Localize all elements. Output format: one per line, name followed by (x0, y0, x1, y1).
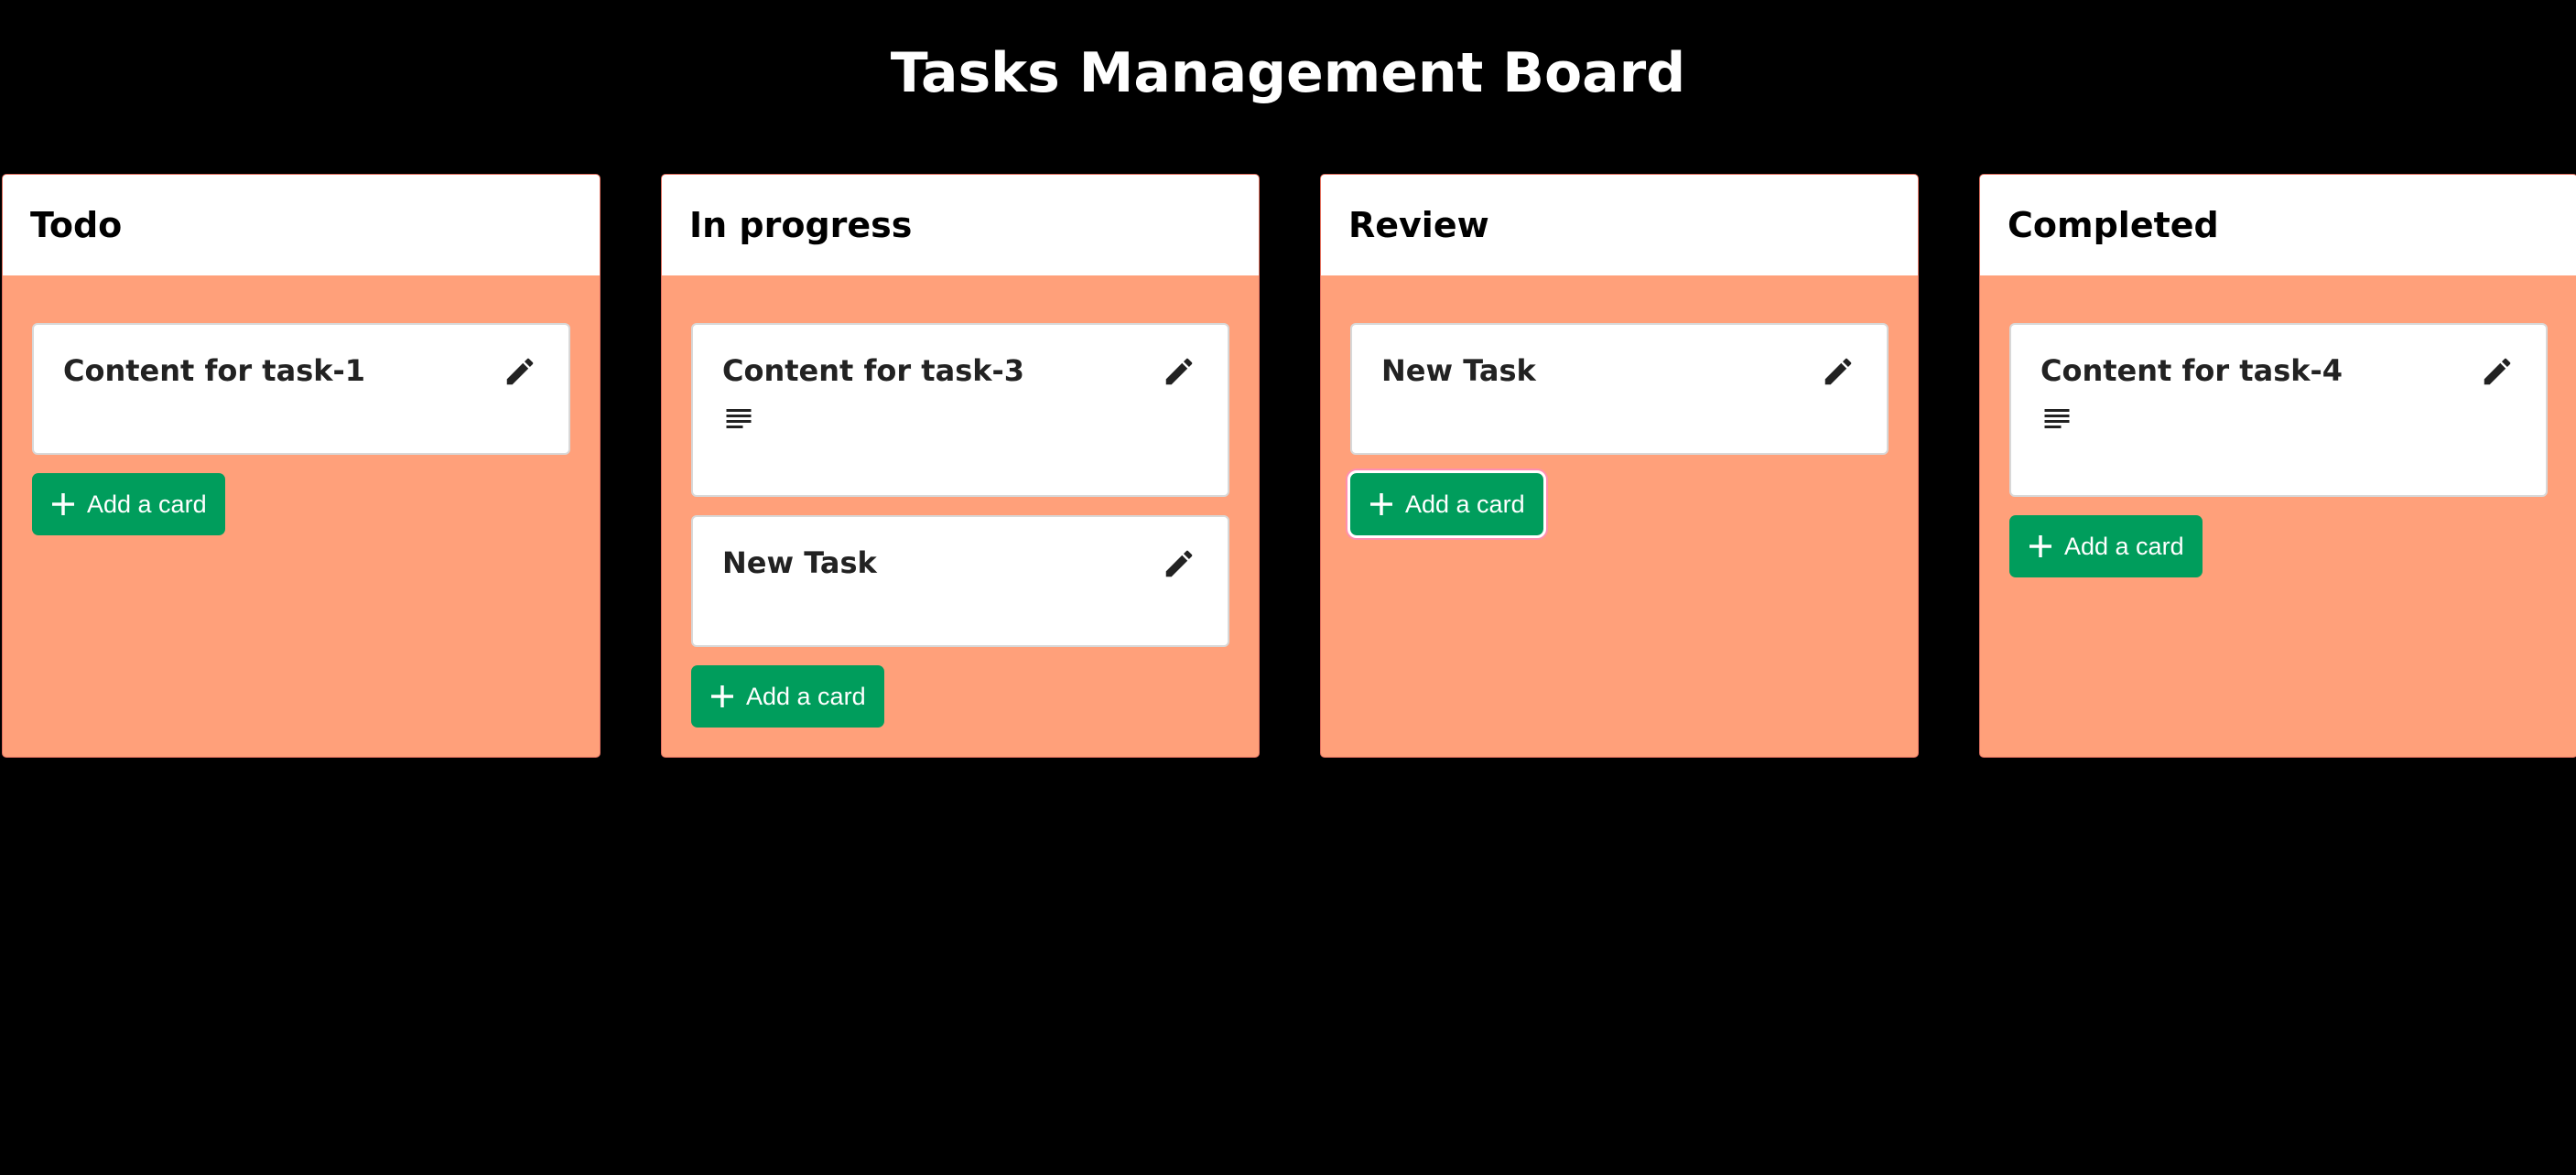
add-card-button[interactable]: Add a card (1348, 470, 1546, 538)
task-card[interactable]: Content for task-4 (2009, 323, 2548, 497)
add-card-button[interactable]: Add a card (32, 473, 225, 535)
column-todo: Todo Content for task-1 Add a card (2, 174, 601, 758)
column-title: Completed (2008, 205, 2219, 245)
add-card-label: Add a card (1405, 490, 1525, 518)
column-title: Review (1348, 205, 1489, 245)
pencil-icon[interactable] (1162, 546, 1196, 581)
column-title: In progress (689, 205, 913, 245)
column-title: Todo (30, 205, 123, 245)
column-body: Content for task-1 Add a card (3, 275, 600, 535)
description-lines-icon (726, 409, 752, 428)
task-card[interactable]: Content for task-1 (32, 323, 570, 455)
card-title: New Task (1381, 353, 1536, 388)
column-body: Content for task-3 New Task Add a card (662, 275, 1259, 728)
column-body: Content for task-4 Add a card (1980, 275, 2576, 577)
card-title: Content for task-4 (2040, 353, 2343, 388)
column-review: Review New Task Add a card (1320, 174, 1919, 758)
add-card-label: Add a card (2064, 532, 2184, 560)
add-card-button[interactable]: Add a card (691, 665, 884, 728)
add-card-button[interactable]: Add a card (2009, 515, 2203, 577)
pencil-icon[interactable] (503, 354, 537, 389)
column-header: Todo (3, 175, 600, 275)
column-completed: Completed Content for task-4 Add a card (1979, 174, 2576, 758)
add-card-label: Add a card (746, 682, 866, 710)
board: Todo Content for task-1 Add a card In pr… (0, 174, 2576, 760)
task-card[interactable]: New Task (691, 515, 1229, 647)
add-card-label: Add a card (87, 490, 207, 518)
card-title: Content for task-3 (722, 353, 1025, 388)
plus-icon (52, 493, 74, 515)
column-header: Review (1321, 175, 1918, 275)
plus-icon (1370, 493, 1392, 515)
column-header: In progress (662, 175, 1259, 275)
plus-icon (2029, 535, 2051, 557)
task-card[interactable]: Content for task-3 (691, 323, 1229, 497)
card-title: New Task (722, 545, 877, 580)
task-card[interactable]: New Task (1350, 323, 1889, 455)
column-in-progress: In progress Content for task-3 New Task … (661, 174, 1260, 758)
description-lines-icon (2044, 409, 2070, 428)
column-body: New Task Add a card (1321, 275, 1918, 538)
plus-icon (711, 685, 733, 707)
card-title: Content for task-1 (63, 353, 366, 388)
pencil-icon[interactable] (1821, 354, 1856, 389)
column-header: Completed (1980, 175, 2576, 275)
pencil-icon[interactable] (1162, 354, 1196, 389)
page-title: Tasks Management Board (890, 41, 1686, 105)
pencil-icon[interactable] (2480, 354, 2515, 389)
